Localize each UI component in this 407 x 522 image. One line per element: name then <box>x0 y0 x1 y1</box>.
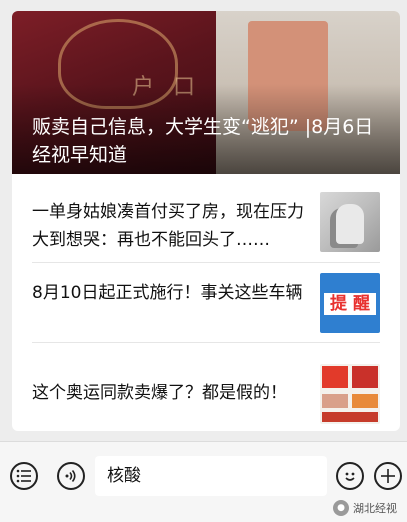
hero-title: 贩卖自己信息，大学生变“逃犯” |8月6日经视早知道 <box>32 116 374 166</box>
watermark-text: 湖北经视 <box>353 502 397 515</box>
watermark: ● 湖北经视 <box>333 500 397 516</box>
person-figure <box>336 204 364 244</box>
item-thumbnail <box>320 192 380 252</box>
list-item[interactable]: 这个奥运同款卖爆了？都是假的！ <box>12 343 400 431</box>
item-title: 一单身姑娘凑首付买了房，现在压力大到想哭：再也不能回头了…… <box>32 202 304 250</box>
item-thumbnail: 提 醒 <box>320 273 380 333</box>
list-icon[interactable] <box>10 462 38 490</box>
wechat-icon: ● <box>333 500 349 516</box>
emoji-icon[interactable] <box>336 462 364 490</box>
item-thumbnail <box>320 364 380 424</box>
bottom-input-bar: 核酸 ● 湖北经视 <box>0 441 407 522</box>
reminder-text: 提 醒 <box>324 293 376 315</box>
list-item[interactable]: 一单身姑娘凑首付买了房，现在压力大到想哭：再也不能回头了…… <box>12 174 400 264</box>
item-title: 这个奥运同款卖爆了？都是假的！ <box>32 383 287 403</box>
list-item[interactable]: 8月10日起正式施行！事关这些车辆 提 醒 <box>12 263 400 343</box>
message-input[interactable]: 核酸 <box>95 456 327 496</box>
voice-icon[interactable] <box>57 462 85 490</box>
article-card: 户 口 贩卖自己信息，大学生变“逃犯” |8月6日经视早知道 一单身姑娘凑首付买… <box>12 11 400 431</box>
plus-icon[interactable] <box>374 462 402 490</box>
item-title: 8月10日起正式施行！事关这些车辆 <box>32 283 303 303</box>
hero-article[interactable]: 户 口 贩卖自己信息，大学生变“逃犯” |8月6日经视早知道 <box>12 11 400 174</box>
